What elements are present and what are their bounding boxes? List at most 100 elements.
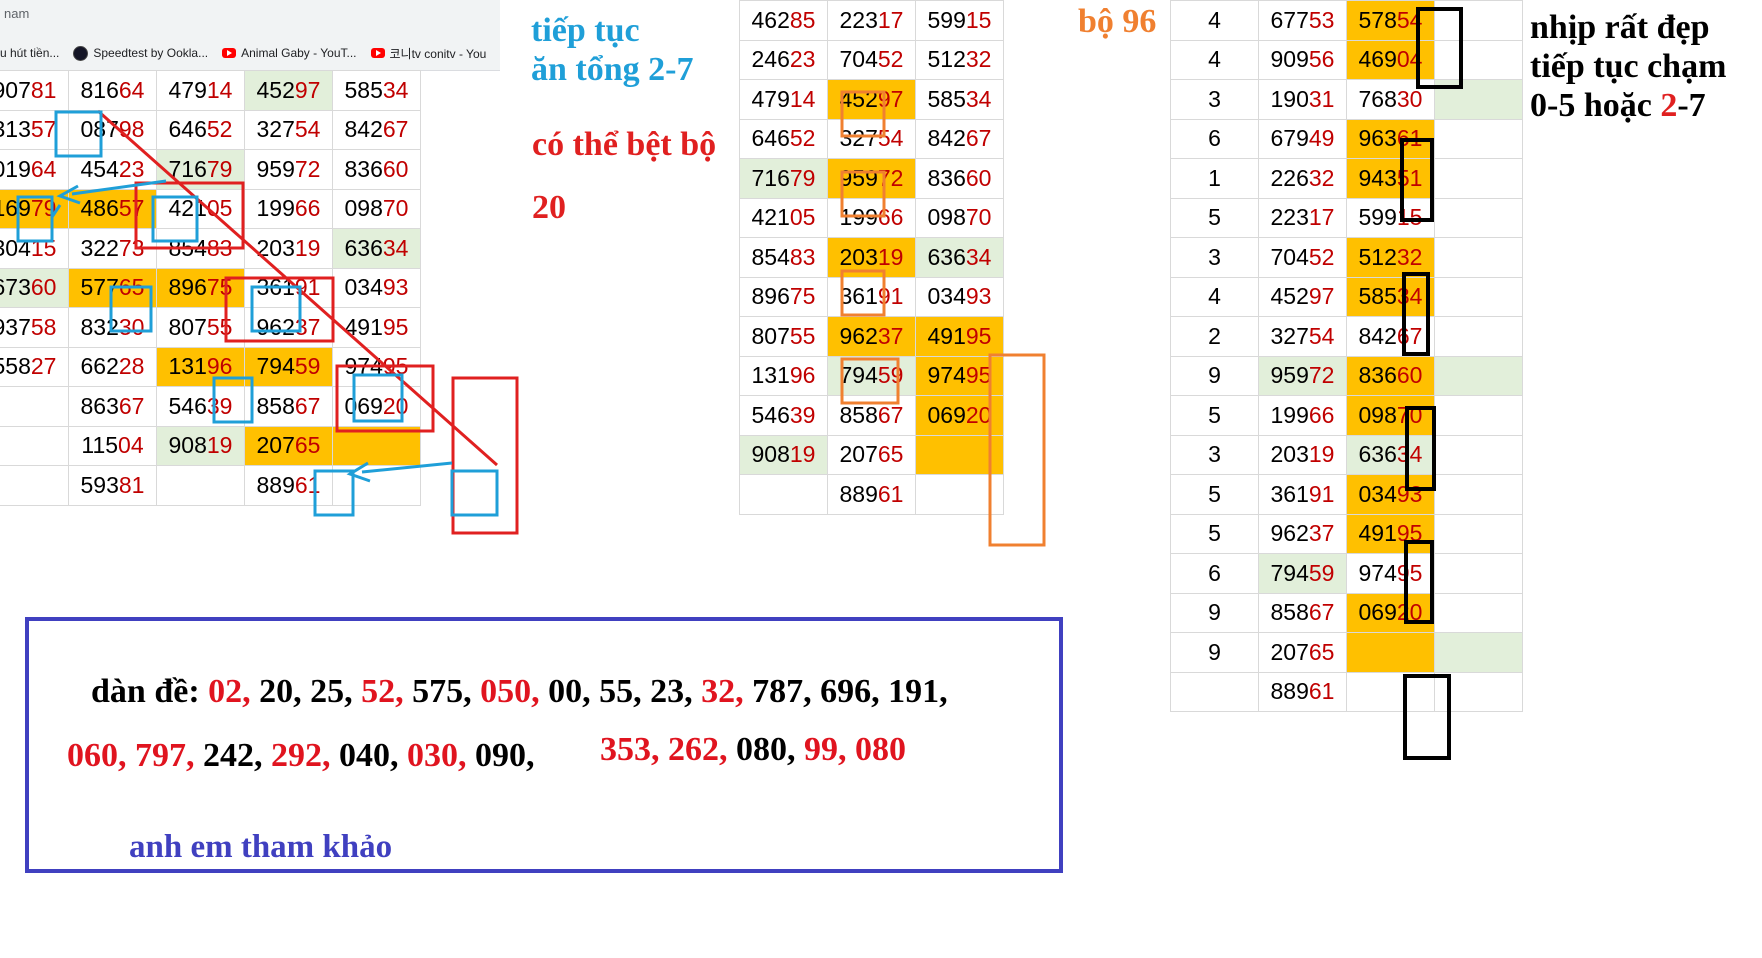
red-box <box>451 376 519 535</box>
table-cell: 85483 <box>739 237 828 278</box>
table-cell: 90781 <box>0 70 69 111</box>
bookmark-item[interactable]: Animal Gaby - YouT... <box>222 43 357 63</box>
number-suffix: 66 <box>294 195 321 222</box>
bookmark-label: Animal Gaby - YouT... <box>241 46 357 60</box>
table-cell: 19966 <box>827 197 916 238</box>
number-prefix: 098 <box>344 195 383 222</box>
number-prefix: 491 <box>927 322 966 349</box>
blue-box <box>450 469 499 517</box>
dan-de-number: 080, <box>736 731 804 768</box>
bookmark-item[interactable]: u hút tiền... <box>0 43 59 63</box>
number-prefix: 854 <box>751 243 790 270</box>
table-cell: 45297 <box>827 79 916 120</box>
number-suffix: 53 <box>1308 6 1335 33</box>
number-suffix: 54 <box>877 125 904 152</box>
number-suffix: 97 <box>294 76 321 103</box>
number-prefix: 203 <box>256 234 295 261</box>
bookmark-item[interactable]: Speedtest by Ookla... <box>73 43 208 63</box>
number-prefix: 322 <box>80 234 119 261</box>
reference-note: anh em tham khảo <box>129 829 393 865</box>
number-suffix: 54 <box>294 116 321 143</box>
number-prefix: 908 <box>751 441 790 468</box>
number-prefix: 599 <box>1358 204 1397 231</box>
number-prefix: 858 <box>1270 599 1309 626</box>
number-prefix: 858 <box>839 401 878 428</box>
number-prefix: 673 <box>0 274 31 301</box>
number-prefix: 858 <box>256 392 295 419</box>
tab-title[interactable]: nam <box>4 6 29 21</box>
table-cell: 86367 <box>68 386 157 427</box>
note-maybe-line2: 20 <box>532 189 566 227</box>
number-prefix: 959 <box>256 155 295 182</box>
table-cell: 66228 <box>68 346 157 387</box>
table-cell: 47914 <box>739 79 828 120</box>
number-suffix: 52 <box>789 125 816 152</box>
table-cell: 42105 <box>156 188 245 229</box>
note-rhythm-line3-c: -7 <box>1677 87 1706 125</box>
table-cell <box>1434 355 1523 396</box>
number-prefix: 962 <box>1270 520 1309 547</box>
table-cell: 71679 <box>156 149 245 190</box>
table-row: 11504 90819 20765 <box>0 425 421 466</box>
number-suffix: 91 <box>294 274 321 301</box>
number-suffix: 34 <box>382 234 409 261</box>
number-suffix: 51 <box>1396 164 1423 191</box>
table-row: 42105 19966 09870 <box>739 197 1004 238</box>
number-prefix: 512 <box>1358 243 1397 270</box>
table-cell: 24623 <box>739 39 828 80</box>
bookmark-item[interactable]: 코니tv conitv - You <box>370 43 486 63</box>
table-cell: 85867 <box>244 386 333 427</box>
number-suffix: 54 <box>1308 322 1335 349</box>
table-cell: 06920 <box>915 395 1004 436</box>
dan-de-box: dàn đề: 02, 20, 25, 52, 575, 050, 00, 55… <box>25 617 1063 873</box>
table-cell: 19966 <box>1258 395 1347 436</box>
table-cell <box>1434 474 1523 515</box>
table-cell: 96237 <box>1258 513 1347 554</box>
dan-de-number: 030, <box>407 737 475 774</box>
number-prefix: 190 <box>1270 85 1309 112</box>
table-cell: 45423 <box>68 149 157 190</box>
number-prefix: 636 <box>927 243 966 270</box>
table-cell: 97495 <box>332 346 421 387</box>
number-suffix: 93 <box>1396 480 1423 507</box>
table-cell: 16979 <box>0 188 69 229</box>
table-cell: 83660 <box>1346 355 1435 396</box>
number-prefix: 207 <box>1270 638 1309 665</box>
number-suffix: 31 <box>1308 85 1335 112</box>
table-cell: 55827 <box>0 346 69 387</box>
number-suffix: 81 <box>118 471 145 498</box>
dan-de-number: 25, <box>310 673 362 710</box>
number-prefix: 098 <box>927 204 966 231</box>
number-prefix: 486 <box>80 195 119 222</box>
dan-de-number: 52, <box>361 673 413 710</box>
number-prefix: 716 <box>751 164 790 191</box>
table-row: 9078181664479144529758534 <box>0 70 421 111</box>
number-prefix: 974 <box>927 362 966 389</box>
number-prefix: 794 <box>256 353 295 380</box>
number-suffix: 34 <box>1396 441 1423 468</box>
table-cell: 90819 <box>739 434 828 475</box>
table-cell: 79459 <box>827 355 916 396</box>
bookmark-label: u hút tiền... <box>0 46 60 60</box>
number-suffix: 30 <box>1396 85 1423 112</box>
table-cell <box>1346 671 1435 712</box>
results-table-left: 9078181664479144529758534313570879864652… <box>0 70 421 506</box>
number-prefix: 959 <box>1270 362 1309 389</box>
number-prefix: 585 <box>344 76 383 103</box>
number-prefix: 842 <box>344 116 383 143</box>
table-cell <box>1434 592 1523 633</box>
number-prefix: 246 <box>751 46 790 73</box>
table-cell: 93758 <box>0 307 69 348</box>
table-cell: 09870 <box>915 197 1004 238</box>
table-cell: 80755 <box>156 307 245 348</box>
table-cell <box>332 425 421 466</box>
number-suffix: 61 <box>1396 125 1423 152</box>
number-prefix: 636 <box>1358 441 1397 468</box>
number-suffix: 91 <box>877 283 904 310</box>
table-cell: 67949 <box>1258 118 1347 159</box>
table-cell <box>1434 276 1523 317</box>
number-suffix: 67 <box>118 392 145 419</box>
number-suffix: 60 <box>382 155 409 182</box>
table-cell: 97495 <box>1346 553 1435 594</box>
table-cell: 84267 <box>915 118 1004 159</box>
